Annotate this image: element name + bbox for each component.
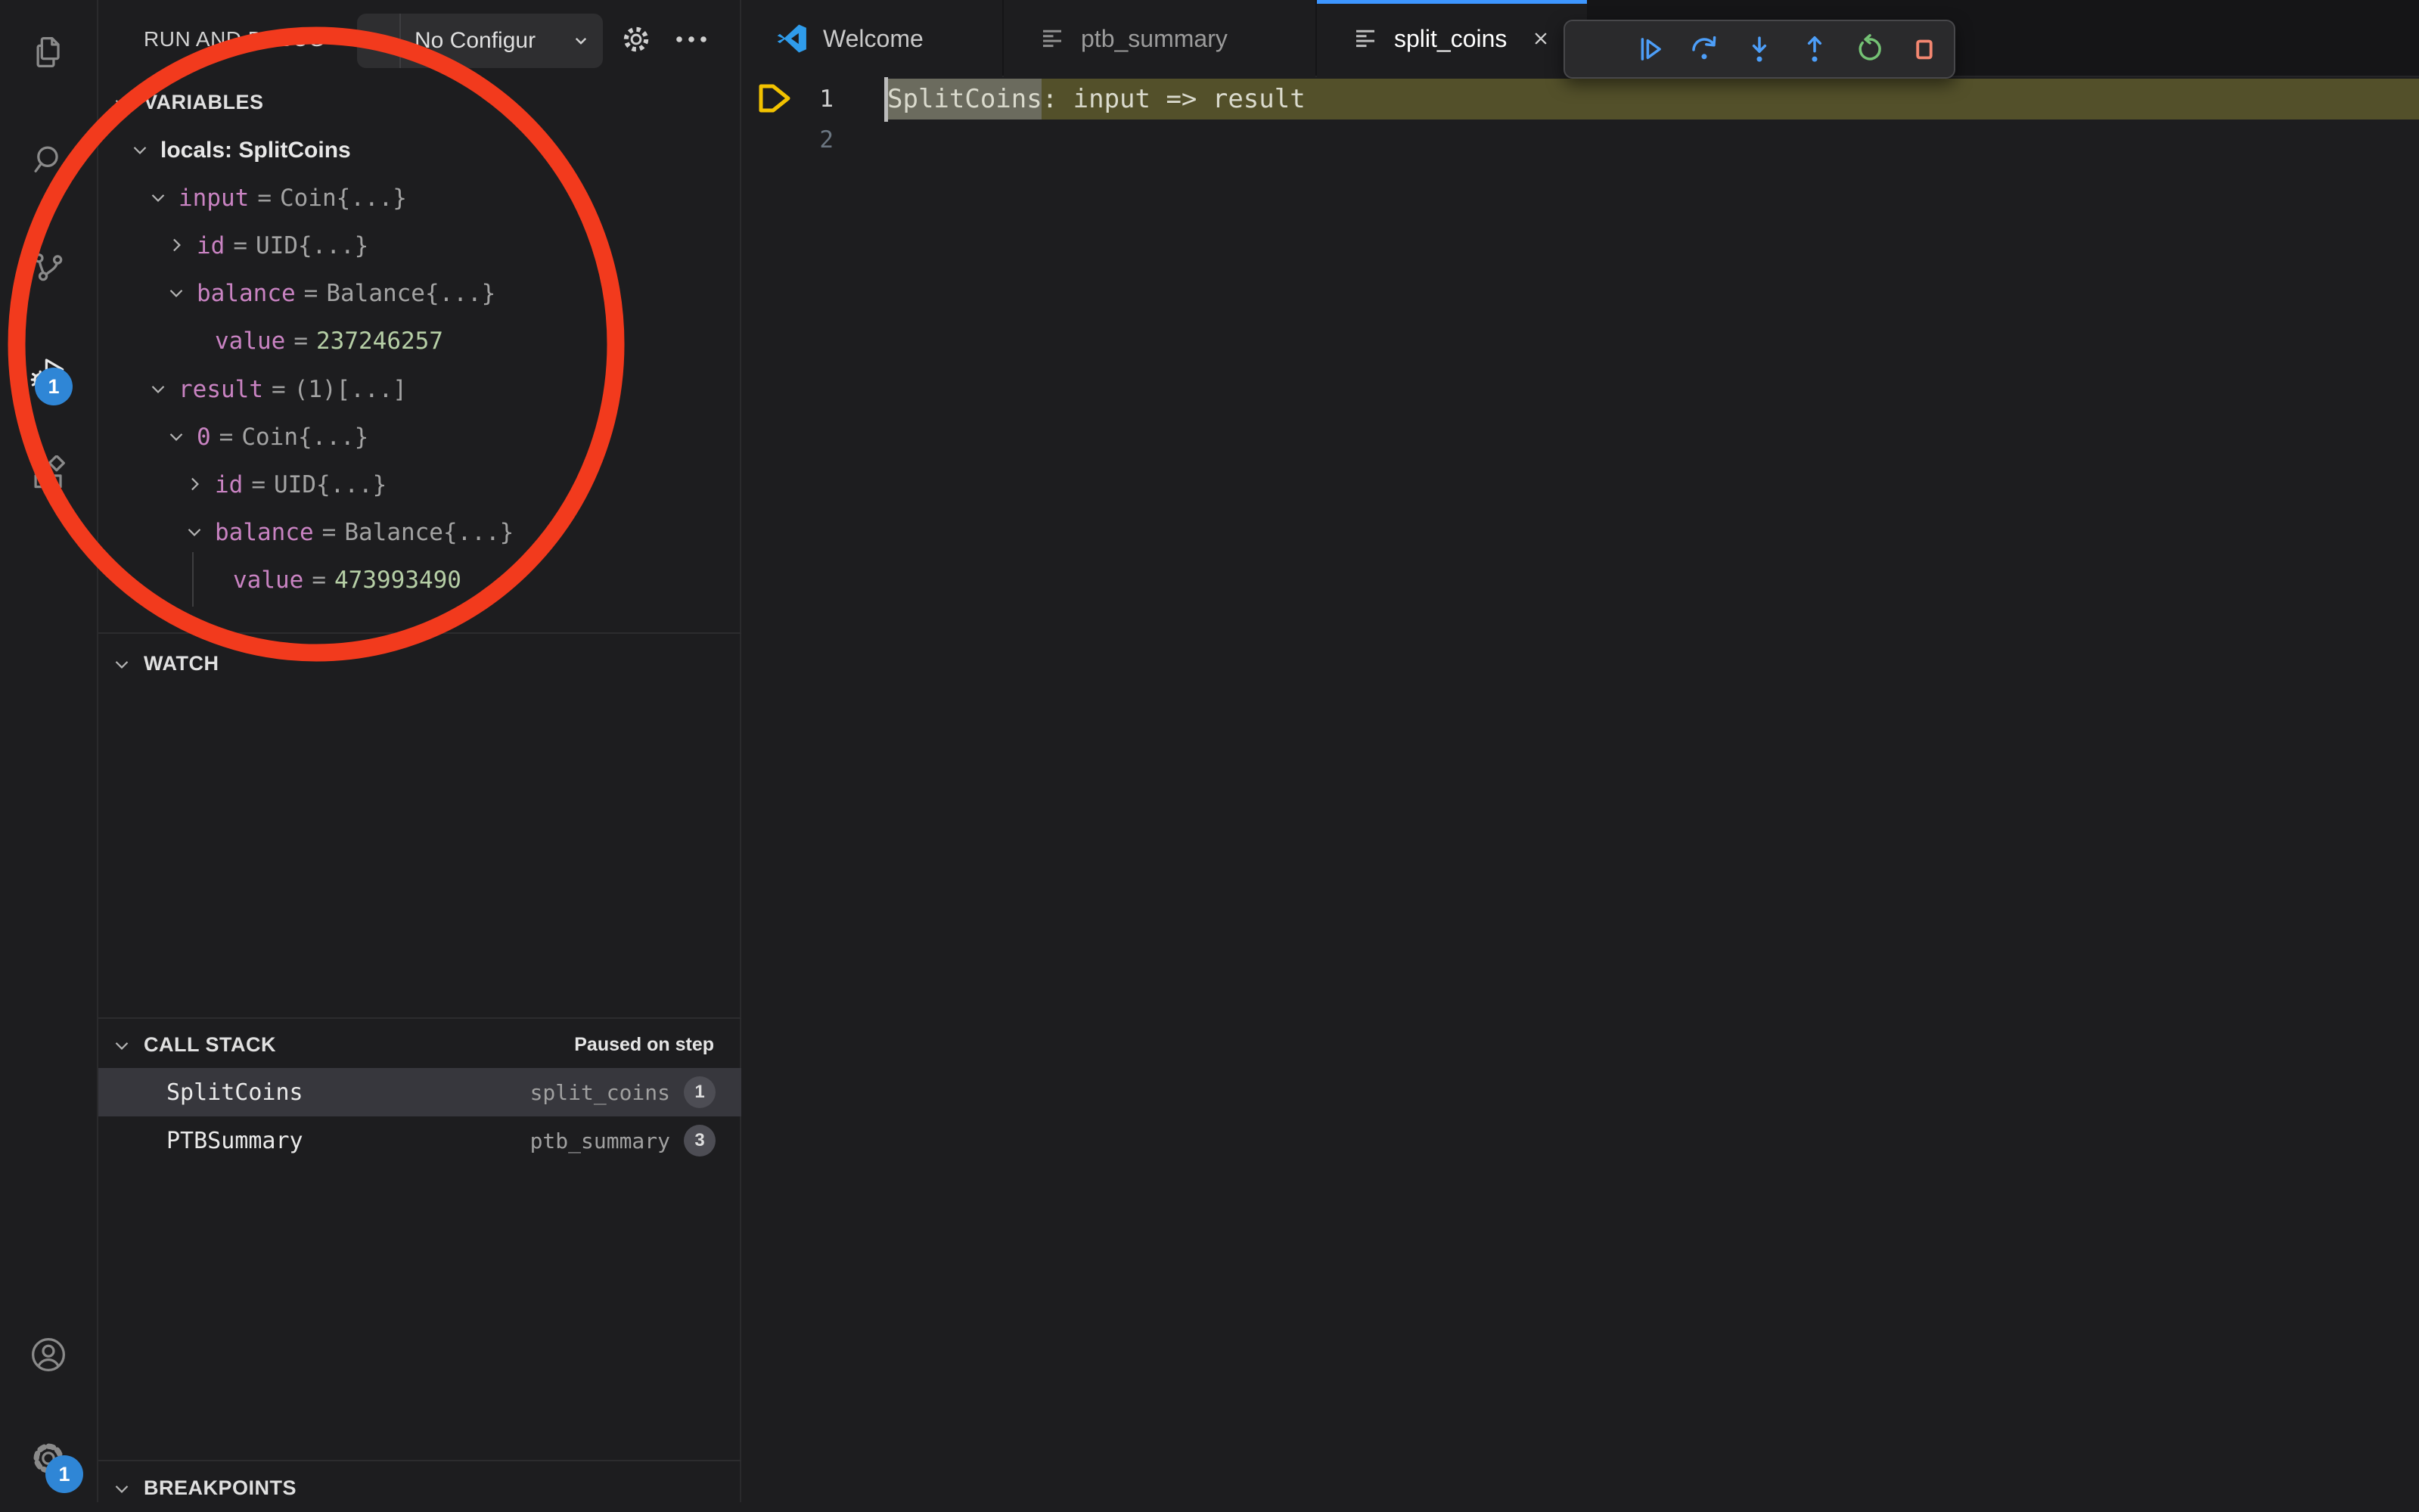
- chevron-down-icon: [165, 281, 188, 304]
- debug-config-dropdown[interactable]: No Configur: [357, 14, 603, 68]
- divider: [98, 632, 741, 634]
- list-icon: [1039, 25, 1066, 52]
- step-out-icon[interactable]: [1797, 32, 1832, 67]
- call-stack-frame[interactable]: SplitCoins split_coins 1: [98, 1068, 741, 1116]
- tab-ptb-summary[interactable]: ptb_summary: [1004, 0, 1315, 77]
- ellipsis-icon[interactable]: [670, 0, 713, 79]
- chevron-down-icon: [570, 29, 603, 52]
- step-into-icon[interactable]: [1742, 32, 1777, 67]
- tab-split-coins[interactable]: split_coins: [1317, 0, 1587, 77]
- tree-row-balance2[interactable]: balance=Balance{...}: [98, 508, 741, 556]
- variables-section-header[interactable]: VARIABLES: [98, 79, 741, 126]
- explorer-icon[interactable]: [0, 13, 97, 92]
- config-dropdown-label: No Configur: [401, 28, 570, 54]
- tree-row-locals[interactable]: locals: SplitCoins: [98, 126, 741, 174]
- call-stack-frame[interactable]: PTBSummary ptb_summary 3: [98, 1116, 741, 1165]
- debug-sidebar: RUN AND DEBUG No Configur VARIABLES: [98, 0, 741, 1502]
- chevron-down-icon: [147, 377, 169, 400]
- chevron-down-icon: [110, 1477, 133, 1500]
- settings-gear-icon[interactable]: [0, 1419, 97, 1498]
- code-line-1[interactable]: SplitCoins: input => result: [887, 79, 1306, 120]
- chevron-down-icon: [110, 92, 133, 114]
- tree-row-balance[interactable]: balance=Balance{...}: [98, 269, 741, 317]
- tree-row-result[interactable]: result=(1)[...]: [98, 365, 741, 413]
- line-number: 2: [787, 120, 834, 160]
- chevron-down-icon: [183, 520, 206, 543]
- chevron-down-icon: [110, 1034, 133, 1057]
- toolbar-gripper[interactable]: [1577, 32, 1612, 67]
- frame-badge: 3: [684, 1125, 716, 1157]
- chevron-right-icon: [183, 473, 206, 495]
- editor-area: Welcome ptb_summary split_coins: [741, 0, 2419, 1502]
- tree-row-input[interactable]: input=Coin{...}: [98, 174, 741, 222]
- activity-bar: 1 1: [0, 0, 98, 1502]
- continue-icon[interactable]: [1632, 32, 1667, 67]
- tree-row-value2[interactable]: value=473993490: [98, 556, 741, 604]
- restart-icon[interactable]: [1852, 32, 1886, 67]
- tree-row-id2[interactable]: id=UID{...}: [98, 461, 741, 508]
- tab-welcome[interactable]: Welcome: [741, 0, 1002, 77]
- settings-badge: 1: [45, 1455, 83, 1493]
- source-control-icon[interactable]: [0, 228, 97, 306]
- run-play-icon[interactable]: [357, 14, 401, 68]
- watch-section-header[interactable]: WATCH: [98, 640, 741, 688]
- divider: [98, 1017, 741, 1019]
- stop-icon[interactable]: [1907, 32, 1942, 67]
- step-over-icon[interactable]: [1687, 32, 1722, 67]
- chevron-down-icon: [110, 653, 133, 675]
- call-stack-section-header[interactable]: CALL STACK Paused on step: [98, 1021, 741, 1069]
- frame-badge: 1: [684, 1076, 716, 1108]
- divider: [98, 1460, 741, 1461]
- active-tab-indicator: [1317, 0, 1587, 4]
- sidebar-title: RUN AND DEBUG: [144, 0, 325, 79]
- vscode-logo-icon: [776, 23, 808, 54]
- breakpoints-section-header[interactable]: BREAKPOINTS: [98, 1464, 741, 1512]
- search-icon[interactable]: [0, 121, 97, 200]
- tree-row-id[interactable]: id=UID{...}: [98, 222, 741, 269]
- gear-icon[interactable]: [619, 0, 654, 79]
- debug-toolbar: [1564, 20, 1955, 79]
- chevron-down-icon: [129, 138, 151, 161]
- chevron-down-icon: [147, 186, 169, 209]
- debug-badge: 1: [35, 368, 73, 405]
- chevron-right-icon: [165, 234, 188, 256]
- extensions-icon[interactable]: [0, 436, 97, 514]
- tree-row-0[interactable]: 0=Coin{...}: [98, 413, 741, 461]
- paused-status: Paused on step: [574, 1034, 714, 1056]
- chevron-down-icon: [165, 425, 188, 448]
- tree-row-value[interactable]: value=237246257: [98, 317, 741, 365]
- accounts-icon[interactable]: [0, 1315, 97, 1394]
- list-icon: [1352, 25, 1379, 52]
- line-number: 1: [787, 79, 834, 120]
- close-icon[interactable]: [1529, 27, 1552, 50]
